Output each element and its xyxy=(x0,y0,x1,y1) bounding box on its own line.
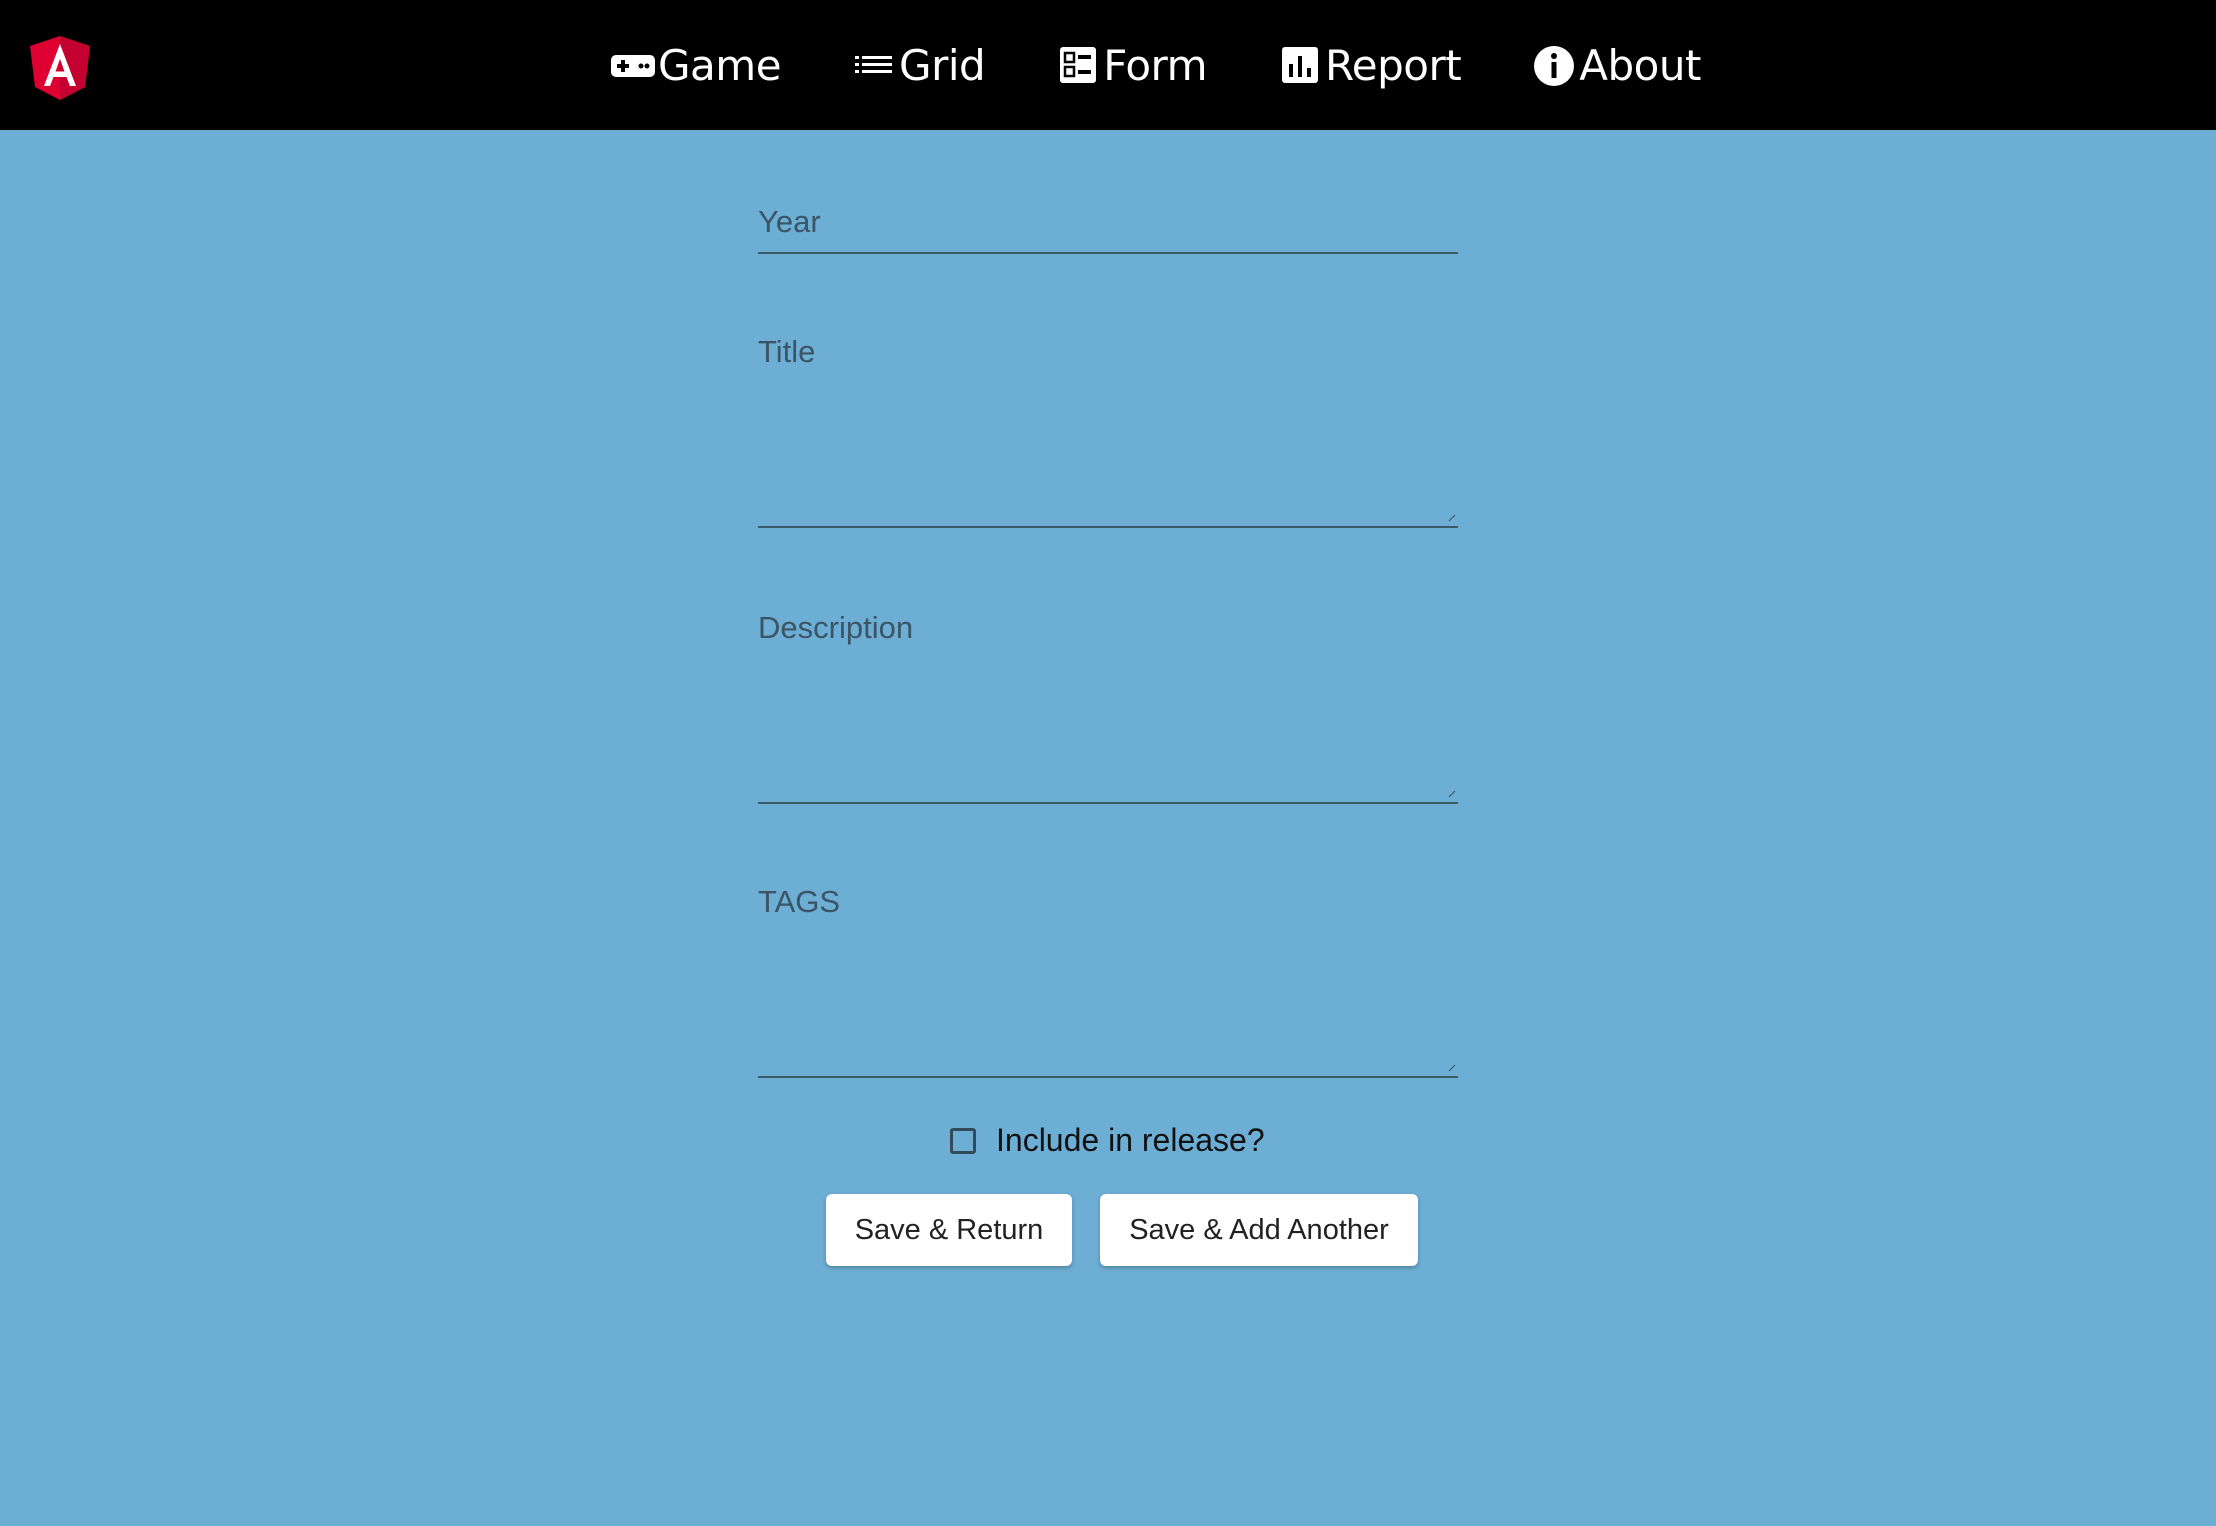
nav-item-label: Report xyxy=(1325,40,1462,90)
tags-field[interactable]: TAGS xyxy=(758,870,1458,1078)
year-label: Year xyxy=(758,204,821,239)
nav-item-form[interactable]: Form xyxy=(1055,40,1208,90)
list-icon xyxy=(851,42,897,88)
release-checkbox-label: Include in release? xyxy=(996,1122,1265,1158)
tags-label: TAGS xyxy=(758,884,841,919)
description-label: Description xyxy=(758,610,914,645)
info-icon xyxy=(1531,42,1577,88)
resize-handle-icon[interactable] xyxy=(1448,790,1456,798)
save-add-another-button[interactable]: Save & Add Another xyxy=(1100,1194,1418,1266)
save-return-button[interactable]: Save & Return xyxy=(826,1194,1072,1266)
year-field[interactable]: Year xyxy=(758,190,1458,254)
nav-item-report[interactable]: Report xyxy=(1277,40,1462,90)
title-field[interactable]: Title xyxy=(758,320,1458,528)
angular-logo-icon[interactable] xyxy=(28,34,92,102)
title-label: Title xyxy=(758,334,816,369)
gamepad-icon xyxy=(610,42,656,88)
nav-item-label: Form xyxy=(1103,40,1208,90)
resize-handle-icon[interactable] xyxy=(1448,514,1456,522)
release-checkbox-row[interactable]: Include in release? xyxy=(950,1122,1265,1159)
nav-item-grid[interactable]: Grid xyxy=(851,40,986,90)
nav-item-label: Grid xyxy=(899,40,986,90)
resize-handle-icon[interactable] xyxy=(1448,1064,1456,1072)
nav-item-label: About xyxy=(1579,40,1701,90)
main-nav: Game Grid Form Report About xyxy=(610,0,1771,130)
release-checkbox[interactable] xyxy=(950,1127,976,1154)
bar-chart-icon xyxy=(1277,42,1323,88)
nav-item-about[interactable]: About xyxy=(1531,41,1701,90)
nav-item-game[interactable]: Game xyxy=(610,40,782,90)
description-field[interactable]: Description xyxy=(758,596,1458,804)
form-icon xyxy=(1055,42,1101,88)
top-navbar: Game Grid Form Report About xyxy=(0,0,2216,130)
nav-item-label: Game xyxy=(658,40,782,90)
